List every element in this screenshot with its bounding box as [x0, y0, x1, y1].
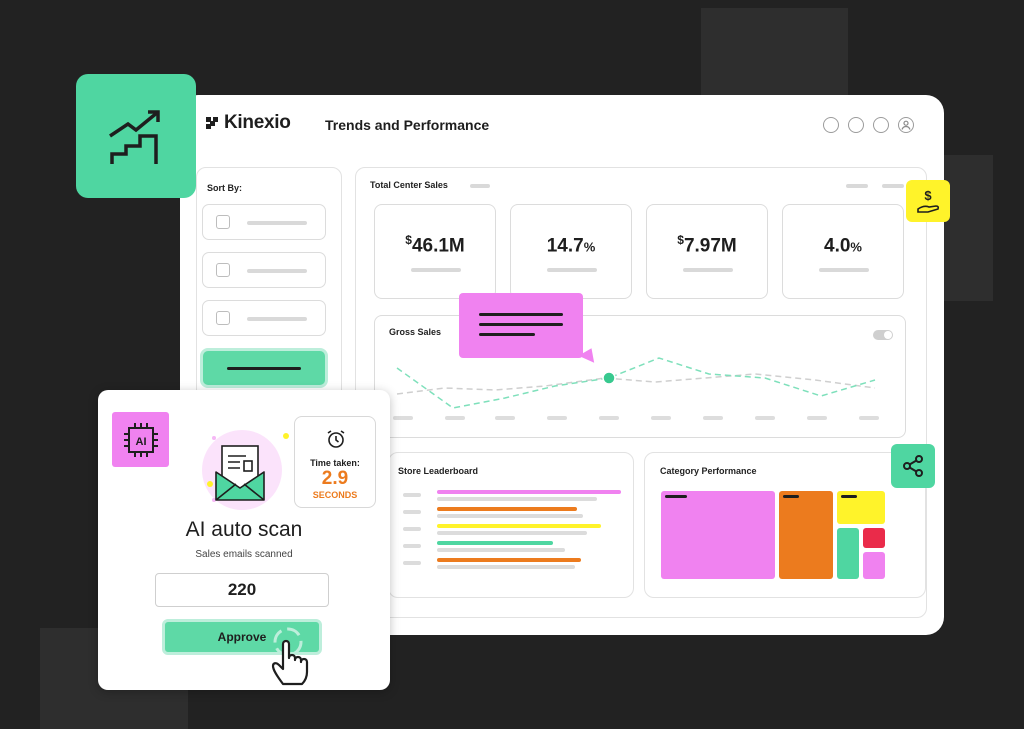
ai-scan-card: AI Time taken: 2.9 SECONDS AI auto scan … [98, 390, 390, 690]
category-performance: Category Performance [644, 452, 926, 598]
sort-option[interactable] [202, 252, 326, 288]
highlight-point [602, 371, 616, 385]
circle-button[interactable] [873, 117, 889, 133]
checkbox[interactable] [216, 263, 230, 277]
circle-button[interactable] [823, 117, 839, 133]
scan-subtitle: Sales emails scanned [195, 549, 293, 560]
stat-card[interactable]: $46.1M [374, 204, 496, 299]
circle-button[interactable] [848, 117, 864, 133]
user-account-icon[interactable] [898, 117, 914, 133]
placeholder-bar [683, 268, 733, 272]
placeholder-bar [882, 184, 904, 188]
gross-sales-chart: Gross Sales [374, 315, 906, 438]
placeholder-bar [411, 268, 461, 272]
placeholder-bar [547, 268, 597, 272]
checkbox[interactable] [216, 215, 230, 229]
share-badge[interactable] [891, 444, 935, 488]
sort-option[interactable] [202, 204, 326, 240]
chart-tooltip [459, 293, 583, 358]
time-taken-label: Time taken: [310, 458, 360, 468]
stat-value: 14.7% [546, 235, 596, 257]
placeholder-bar [247, 269, 307, 273]
sort-label: Sort By: [207, 183, 243, 193]
time-taken-unit: SECONDS [312, 490, 358, 500]
trending-up-icon [109, 110, 160, 164]
stat-card[interactable]: $7.97M [646, 204, 768, 299]
placeholder-bar [846, 184, 868, 188]
alarm-clock-icon [327, 430, 345, 448]
ai-chip-icon: AI [112, 412, 169, 467]
window-controls [823, 117, 914, 133]
stat-card[interactable]: 14.7% [510, 204, 632, 299]
series-line-green [396, 357, 876, 409]
time-taken-box: Time taken: 2.9 SECONDS [294, 416, 376, 508]
svg-text:AI: AI [135, 436, 146, 448]
store-leaderboard: Store Leaderboard [388, 452, 634, 598]
section-label: Total Center Sales [370, 180, 448, 190]
x-axis-ticks [393, 416, 879, 420]
gross-sales-lines [393, 357, 879, 420]
category-treemap [661, 491, 885, 579]
background-block [938, 155, 993, 301]
scanned-count-field[interactable]: 220 [155, 573, 329, 607]
trend-up-badge [76, 74, 196, 198]
stat-value: $46.1M [405, 233, 465, 257]
placeholder-bar [470, 184, 490, 188]
kinexio-logo-icon [206, 117, 218, 129]
placeholder-bar [819, 268, 869, 272]
page-title: Trends and Performance [325, 117, 490, 133]
brand-logo[interactable]: Kinexio [206, 112, 291, 134]
placeholder-bar [247, 221, 307, 225]
pointer-hand-icon [271, 627, 309, 686]
email-envelope-icon [207, 433, 289, 502]
stat-value: 4.0% [824, 235, 862, 257]
hand-dollar-icon: $ [917, 188, 940, 213]
checkbox[interactable] [216, 311, 230, 325]
stat-value: $7.97M [677, 233, 737, 257]
sort-option[interactable] [202, 300, 326, 336]
apply-sort-button[interactable] [200, 348, 328, 388]
scan-title: AI auto scan [185, 518, 303, 541]
leaderboard-bars [403, 490, 621, 569]
brand-name: Kinexio [224, 112, 291, 133]
placeholder-bar [247, 317, 307, 321]
stat-card[interactable]: 4.0% [782, 204, 904, 299]
share-icon [903, 455, 923, 477]
time-taken-value: 2.9 [321, 468, 349, 489]
money-badge: $ [906, 180, 950, 222]
svg-text:$: $ [924, 188, 932, 203]
